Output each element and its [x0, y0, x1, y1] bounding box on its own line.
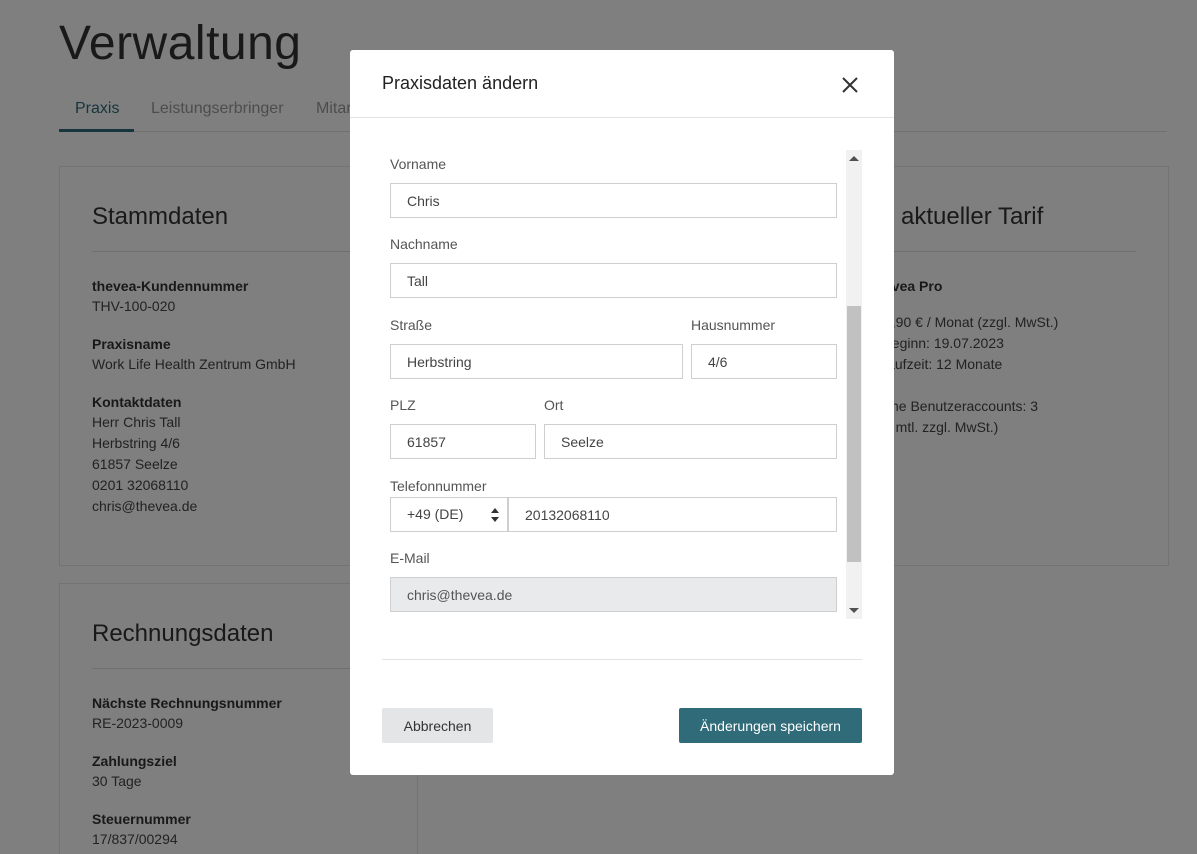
vorname-label: Vorname — [390, 156, 447, 172]
country-code-select[interactable]: +49 (DE) — [390, 497, 508, 532]
email-label: E-Mail — [390, 550, 430, 566]
footer-divider — [382, 659, 862, 660]
close-icon[interactable] — [838, 73, 862, 97]
strasse-label: Straße — [390, 317, 433, 333]
telefon-label: Telefonnummer — [390, 478, 487, 494]
scroll-down-arrow-icon[interactable] — [849, 608, 859, 613]
plz-input[interactable] — [390, 424, 536, 459]
scroll-thumb[interactable] — [847, 306, 861, 562]
vorname-input[interactable] — [390, 183, 837, 218]
telefon-input[interactable] — [508, 497, 837, 532]
email-input — [390, 577, 837, 612]
ort-input[interactable] — [544, 424, 837, 459]
scroll-up-arrow-icon[interactable] — [849, 156, 859, 161]
hausnummer-label: Hausnummer — [691, 317, 776, 333]
form-scroll-area[interactable]: Vorname Nachname Straße Hausnummer PLZ O… — [382, 150, 862, 619]
cancel-button[interactable]: Abbrechen — [382, 708, 493, 743]
nachname-input[interactable] — [390, 263, 837, 298]
plz-label: PLZ — [390, 397, 416, 413]
sort-arrows-icon — [491, 508, 499, 522]
scrollbar[interactable] — [846, 150, 862, 619]
praxisdaten-modal: Praxisdaten ändern Vorname Nachname Stra… — [350, 50, 894, 775]
strasse-input[interactable] — [390, 344, 683, 379]
save-changes-button[interactable]: Änderungen speichern — [679, 708, 862, 743]
nachname-label: Nachname — [390, 236, 458, 252]
hausnummer-input[interactable] — [691, 344, 837, 379]
modal-header: Praxisdaten ändern — [350, 50, 894, 118]
country-code-value: +49 (DE) — [407, 506, 464, 522]
ort-label: Ort — [544, 397, 564, 413]
modal-title: Praxisdaten ändern — [382, 73, 539, 93]
